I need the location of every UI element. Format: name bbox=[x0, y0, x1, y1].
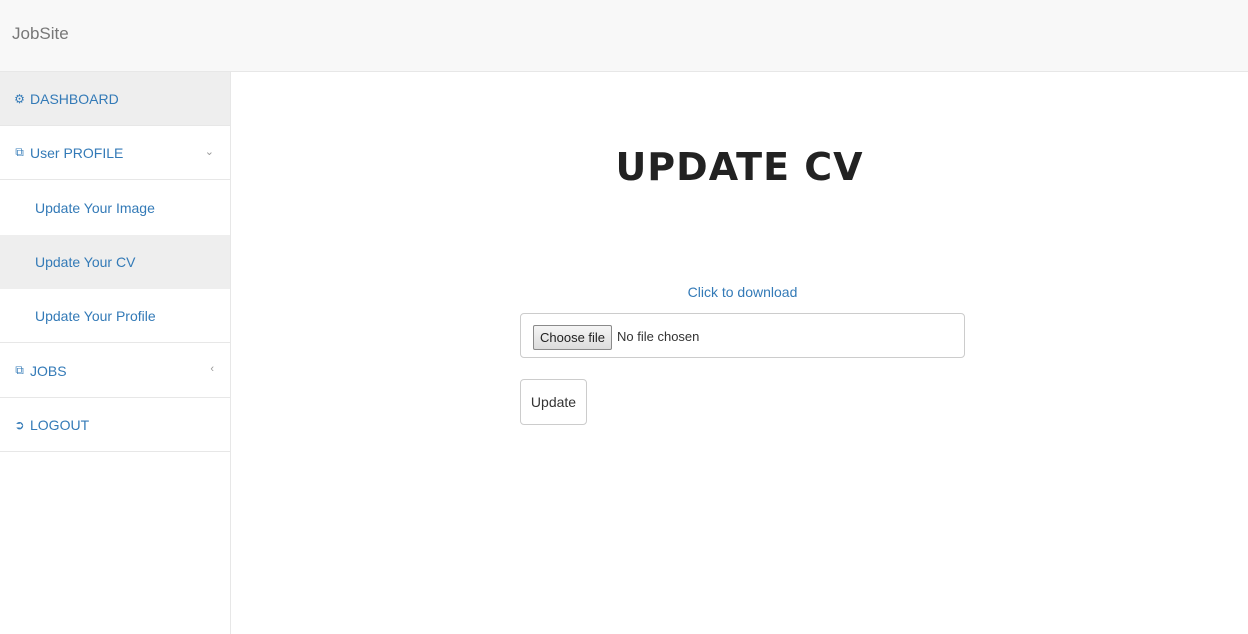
files-icon: ⧉ bbox=[15, 363, 24, 377]
choose-file-button[interactable]: Choose file bbox=[533, 325, 613, 350]
sidebar-subitem-label: Update Your Profile bbox=[35, 307, 156, 324]
files-icon: ⧉ bbox=[15, 145, 24, 159]
brand-logo[interactable]: JobSite bbox=[12, 24, 69, 44]
update-button[interactable]: Update bbox=[520, 379, 587, 425]
sidebar-item-logout[interactable]: ➲ LOGOUT bbox=[0, 398, 230, 452]
sidebar-item-label: LOGOUT bbox=[30, 416, 90, 433]
download-cv-link[interactable]: Click to download bbox=[520, 284, 965, 300]
file-status-text: No file chosen bbox=[617, 329, 700, 344]
chevron-down-icon: ⌄ bbox=[204, 146, 214, 158]
sidebar-item-label: JOBS bbox=[30, 362, 67, 379]
chevron-left-icon: ‹ bbox=[210, 363, 214, 375]
sidebar-item-label: DASHBOARD bbox=[30, 90, 119, 107]
logout-icon: ➲ bbox=[14, 417, 25, 432]
cv-file-input[interactable]: Choose file No file chosen bbox=[520, 313, 965, 358]
sidebar-item-user-profile[interactable]: ⧉ User PROFILE ⌄ bbox=[0, 126, 230, 180]
sidebar-subitem-label: Update Your CV bbox=[35, 254, 136, 270]
sidebar-item-jobs[interactable]: ⧉ JOBS ‹ bbox=[0, 344, 230, 398]
sidebar: ⚙ DASHBOARD ⧉ User PROFILE ⌄ Update Your… bbox=[0, 72, 231, 634]
top-navbar: JobSite bbox=[0, 0, 1248, 72]
sidebar-subitem-label: Update Your Image bbox=[35, 200, 155, 216]
page-title: UPDATE CV bbox=[615, 145, 864, 189]
sidebar-item-label: User PROFILE bbox=[30, 144, 124, 161]
dashboard-icon: ⚙ bbox=[14, 91, 25, 106]
sidebar-subitem-update-profile[interactable]: Update Your Profile bbox=[0, 289, 230, 343]
sidebar-subitem-update-image[interactable]: Update Your Image bbox=[0, 181, 230, 235]
sidebar-item-dashboard[interactable]: ⚙ DASHBOARD bbox=[0, 72, 230, 126]
sidebar-subitem-update-cv[interactable]: Update Your CV bbox=[0, 235, 230, 289]
